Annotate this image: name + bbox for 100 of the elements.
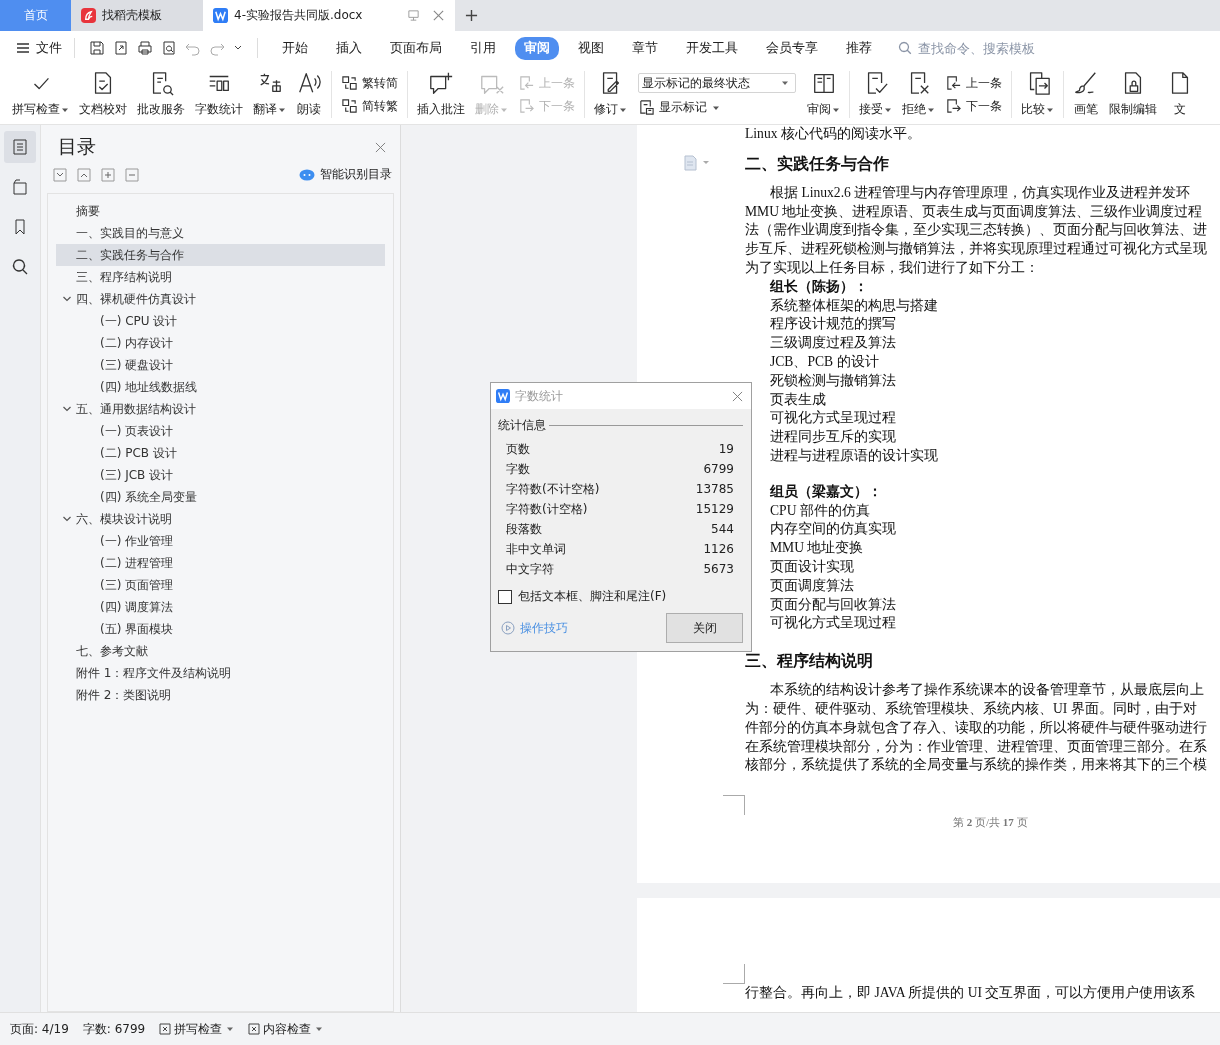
ribbon-button[interactable]: 审阅 (802, 65, 845, 124)
ribbon-button[interactable]: 下一条 (945, 97, 1002, 115)
collapse-down-icon[interactable] (53, 167, 67, 182)
toc-item[interactable]: 七、参考文献 (56, 640, 385, 662)
checkbox[interactable] (498, 589, 512, 604)
ribbon-tab[interactable]: 章节 (623, 36, 667, 60)
save-icon[interactable] (89, 40, 105, 56)
toc-item[interactable]: 附件 2：类图说明 (56, 684, 385, 706)
close-icon[interactable] (432, 9, 445, 22)
outline-icon[interactable] (4, 131, 36, 163)
chevron-icon[interactable] (62, 294, 72, 304)
text-line: MMU 地址变换、进程原语、页表生成与页面调度算法、三级作业调度过程 (745, 202, 1203, 221)
ribbon-tab[interactable]: 开始 (273, 36, 317, 60)
export-icon[interactable] (113, 40, 129, 56)
ribbon-tab[interactable]: 页面布局 (381, 36, 451, 60)
smart-toc-button[interactable]: 智能识别目录 (299, 166, 392, 183)
status-menu-button[interactable]: 拼写检查 (159, 1020, 235, 1038)
add-icon[interactable] (465, 9, 478, 22)
toc-item[interactable]: (一) 作业管理 (56, 530, 385, 552)
ribbon-button[interactable]: 比较 (1016, 65, 1059, 124)
ribbon-button[interactable]: 朗读 (291, 65, 327, 124)
toc-item[interactable]: (四) 地址线数据线 (56, 376, 385, 398)
ribbon-button[interactable]: 拒绝 (897, 65, 940, 124)
document-tab[interactable]: 4-实验报告共同版.docx (203, 0, 455, 31)
markup-dropdown[interactable]: 显示标记的最终状态 (638, 73, 796, 93)
text-line: 核部分，系统提供了系统的全局变量与系统的操作类，用来将其下的三个模 (745, 756, 1207, 775)
stat-value: 5673 (703, 562, 734, 576)
file-menu-button[interactable]: 文件 (14, 35, 64, 61)
ribbon-tab[interactable]: 推荐 (837, 36, 881, 60)
status-text: 页面: 4/19 (10, 1020, 69, 1038)
toc-item[interactable]: (二) 内存设计 (56, 332, 385, 354)
toc-item[interactable]: (四) 系统全局变量 (56, 486, 385, 508)
toc-item[interactable]: (四) 调度算法 (56, 596, 385, 618)
ribbon-button[interactable]: 文档校对 (74, 65, 132, 124)
ribbon-button[interactable]: 显示标记 (638, 99, 796, 116)
command-search-field[interactable]: 查找命令、搜索模板 (898, 39, 1060, 57)
ribbon-button[interactable]: 修订 (589, 65, 632, 124)
ribbon-button[interactable]: 上一条 (945, 74, 1002, 92)
print-icon[interactable] (137, 40, 153, 56)
text-line: 件部分的仿真本身就包含了存入、读取的功能，所以将硬件与硬件驱动进行 (745, 718, 1207, 737)
ribbon-button[interactable]: 繁转简 (341, 74, 398, 92)
ribbon-button[interactable]: 限制编辑 (1104, 65, 1162, 124)
robot-face-icon (299, 168, 315, 181)
toc-item[interactable]: (二) 进程管理 (56, 552, 385, 574)
stat-label: 字符数(计空格) (506, 500, 588, 518)
close-button[interactable]: 关闭 (666, 613, 743, 643)
toc-item[interactable]: 五、通用数据结构设计 (56, 398, 385, 420)
stat-label: 段落数 (506, 520, 542, 538)
convert-icon (341, 74, 358, 92)
ribbon-button[interactable]: 翻译 (248, 65, 291, 124)
toc-item[interactable]: 四、裸机硬件仿真设计 (56, 288, 385, 310)
close-icon[interactable] (375, 141, 386, 153)
ribbon-button[interactable]: 文 (1162, 65, 1198, 124)
ribbon-button[interactable]: 批改服务 (132, 65, 190, 124)
toc-item[interactable]: (二) PCB 设计 (56, 442, 385, 464)
toc-item[interactable]: 附件 1：程序文件及结构说明 (56, 662, 385, 684)
ribbon-button[interactable]: 画笔 (1068, 65, 1104, 124)
menu-icon (16, 42, 30, 54)
stat-label: 页数 (506, 440, 530, 458)
text-line: 页面分配与回收算法 (769, 595, 896, 614)
ribbon-tab[interactable]: 视图 (569, 36, 613, 60)
ribbon-tab[interactable]: 会员专享 (757, 36, 827, 60)
ribbon-tab[interactable]: 开发工具 (677, 36, 747, 60)
toc-item[interactable]: 三、程序结构说明 (56, 266, 385, 288)
toc-item[interactable]: 二、实践任务与合作 (56, 244, 385, 266)
toc-item[interactable]: 摘要 (56, 200, 385, 222)
toc-item[interactable]: 六、模块设计说明 (56, 508, 385, 530)
chevron-icon[interactable] (62, 404, 72, 414)
chevron-icon[interactable] (62, 514, 72, 524)
collapse-up-icon[interactable] (77, 167, 91, 182)
toc-item[interactable]: (三) JCB 设计 (56, 464, 385, 486)
toc-item[interactable]: (三) 页面管理 (56, 574, 385, 596)
panel-title: 目录 (58, 134, 96, 159)
document-marker-icon (638, 99, 655, 116)
toc-item[interactable]: 一、实践目的与意义 (56, 222, 385, 244)
ribbon-button[interactable]: 简转繁 (341, 97, 398, 115)
stat-value: 544 (711, 522, 734, 536)
document-tab[interactable]: 找稻壳模板 (71, 0, 203, 31)
text-line: CPU 部件的仿真 (769, 501, 870, 520)
ribbon-button[interactable]: 插入批注 (412, 65, 470, 124)
toc-item[interactable]: (一) 页表设计 (56, 420, 385, 442)
print-preview-icon[interactable] (161, 40, 177, 56)
toc-item[interactable]: (一) CPU 设计 (56, 310, 385, 332)
status-menu-button[interactable]: 内容检查 (248, 1020, 324, 1038)
ribbon-tab[interactable]: 插入 (327, 36, 371, 60)
toc-item[interactable]: (三) 硬盘设计 (56, 354, 385, 376)
text-line: 根据 Linux2.6 进程管理与内存管理原理，仿真实现作业及进程并发环 (769, 183, 1191, 202)
toc-item[interactable]: (五) 界面模块 (56, 618, 385, 640)
text-line: 进程同步互斥的实现 (769, 428, 896, 447)
ribbon-button[interactable]: 字数统计 (190, 65, 248, 124)
ribbon-tab[interactable]: 引用 (461, 36, 505, 60)
convert-icon (341, 97, 358, 115)
text-line: MMU 地址变换 (769, 539, 864, 558)
ribbon-button[interactable]: 拼写检查 (7, 65, 74, 124)
ribbon-button[interactable]: 接受 (854, 65, 897, 124)
text-line: 页面设计实现 (769, 557, 854, 576)
text-line: 为了实现以上任务目标，我们进行了如下分工： (745, 259, 1039, 277)
page-number: 第 2 页/共 17 页 (953, 815, 1028, 831)
stat-value: 15129 (695, 502, 734, 516)
close-icon[interactable] (732, 390, 743, 402)
